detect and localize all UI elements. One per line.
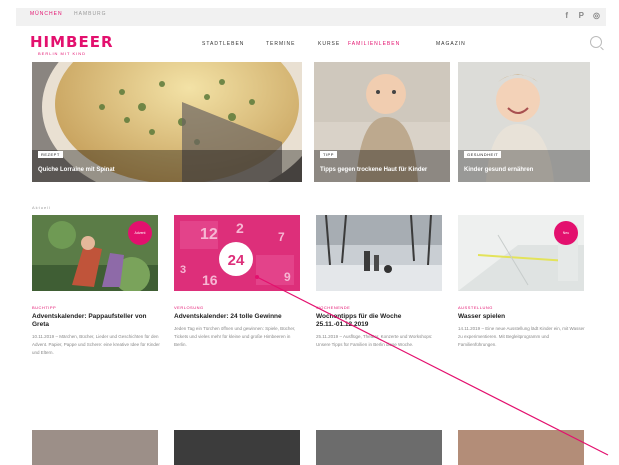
card-excerpt: 14.11.2019 – Eine neue Ausstellung lädt … bbox=[458, 326, 585, 347]
calendar-number: 3 bbox=[180, 264, 186, 276]
calendar-number: 2 bbox=[236, 220, 244, 236]
calendar-day-24: 24 bbox=[228, 252, 245, 269]
article-card[interactable]: Wochenende Wochentipps für die Woche 25.… bbox=[316, 215, 444, 349]
card-title[interactable]: Adventskalender: Pappaufsteller von Gret… bbox=[32, 313, 160, 329]
bottom-card-image[interactable] bbox=[32, 430, 158, 465]
bottom-card-image[interactable] bbox=[174, 430, 300, 465]
facebook-icon[interactable]: f bbox=[565, 11, 568, 20]
advent-calendar-image: 12 2 7 16 3 9 24 bbox=[174, 215, 300, 291]
card-title[interactable]: Adventskalender: 24 tolle Gewinne bbox=[174, 313, 302, 321]
site-logo[interactable]: HIMBEER bbox=[30, 33, 114, 51]
card-category[interactable]: Verlosung bbox=[174, 305, 302, 310]
feature-tile-kids-eat[interactable]: Gesundheit Kinder gesund ernähren bbox=[458, 62, 590, 182]
card-badge: Advent bbox=[128, 221, 152, 245]
feature-tag: Gesundheit bbox=[464, 151, 502, 158]
city-tab-muenchen[interactable]: München bbox=[30, 11, 63, 17]
card-category[interactable]: Wochenende bbox=[316, 305, 444, 310]
feature-tile-baby-skin[interactable]: Tipp Tipps gegen trockene Haut für Kinde… bbox=[314, 62, 450, 182]
child-photo bbox=[458, 62, 590, 182]
top-utility-bar: München Hamburg f P ◎ bbox=[16, 8, 606, 26]
city-tab-hamburg[interactable]: Hamburg bbox=[74, 11, 107, 17]
nav-item-termine[interactable]: Termine bbox=[266, 41, 296, 47]
site-header: HIMBEER BERLIN MIT KIND Stadtleben Termi… bbox=[16, 30, 606, 60]
nav-item-magazin[interactable]: Magazin bbox=[436, 41, 466, 47]
search-icon[interactable] bbox=[590, 36, 602, 48]
card-category[interactable]: Ausstellung bbox=[458, 305, 586, 310]
feature-title: Quiche Lorraine mit Spinat bbox=[38, 167, 115, 173]
nav-item-kurse[interactable]: Kurse bbox=[318, 41, 340, 47]
card-category[interactable]: Buchtipp bbox=[32, 305, 160, 310]
feature-tile-quiche[interactable]: Rezept Quiche Lorraine mit Spinat bbox=[32, 62, 302, 182]
baby-photo bbox=[314, 62, 450, 182]
quiche-photo bbox=[32, 62, 302, 182]
calendar-number: 9 bbox=[284, 270, 291, 284]
bottom-card-image[interactable] bbox=[316, 430, 442, 465]
article-card[interactable]: Advent Buchtipp Adventskalender: Pappauf… bbox=[32, 215, 160, 357]
logo-tagline: BERLIN MIT KIND bbox=[38, 51, 87, 56]
feature-title: Tipps gegen trockene Haut für Kinder bbox=[320, 167, 428, 173]
article-card[interactable]: Neu Ausstellung Wasser spielen 14.11.201… bbox=[458, 215, 586, 349]
calendar-number: 7 bbox=[278, 230, 285, 244]
feature-title: Kinder gesund ernähren bbox=[464, 167, 534, 173]
calendar-number: 16 bbox=[202, 272, 218, 288]
instagram-icon[interactable]: ◎ bbox=[593, 11, 600, 20]
section-label: Aktuell bbox=[32, 205, 52, 210]
card-excerpt: Jeden Tag ein Türchen öffnen und gewinne… bbox=[174, 326, 296, 347]
card-image: Advent bbox=[32, 215, 158, 291]
feature-tag: Tipp bbox=[320, 151, 337, 158]
card-image bbox=[316, 215, 442, 291]
bottom-card-image[interactable] bbox=[458, 430, 584, 465]
card-excerpt: 10.11.2019 – Märchen, Bücher, Lieder und… bbox=[32, 334, 160, 355]
card-image: Neu bbox=[458, 215, 584, 291]
nav-item-familienleben[interactable]: Familienleben bbox=[348, 41, 400, 47]
card-title[interactable]: Wasser spielen bbox=[458, 313, 586, 321]
calendar-number: 12 bbox=[200, 226, 218, 243]
nav-item-stadtleben[interactable]: Stadtleben bbox=[202, 41, 244, 47]
card-title[interactable]: Wochentipps für die Woche 25.11.-01.12.2… bbox=[316, 313, 444, 329]
card-excerpt: 25.11.2019 – Ausflüge, Theater, Konzerte… bbox=[316, 334, 433, 347]
article-card[interactable]: 12 2 7 16 3 9 24 Verlosung Adventskalend… bbox=[174, 215, 302, 349]
feature-tag: Rezept bbox=[38, 151, 63, 158]
pinterest-icon[interactable]: P bbox=[579, 11, 584, 20]
card-badge: Neu bbox=[554, 221, 578, 245]
